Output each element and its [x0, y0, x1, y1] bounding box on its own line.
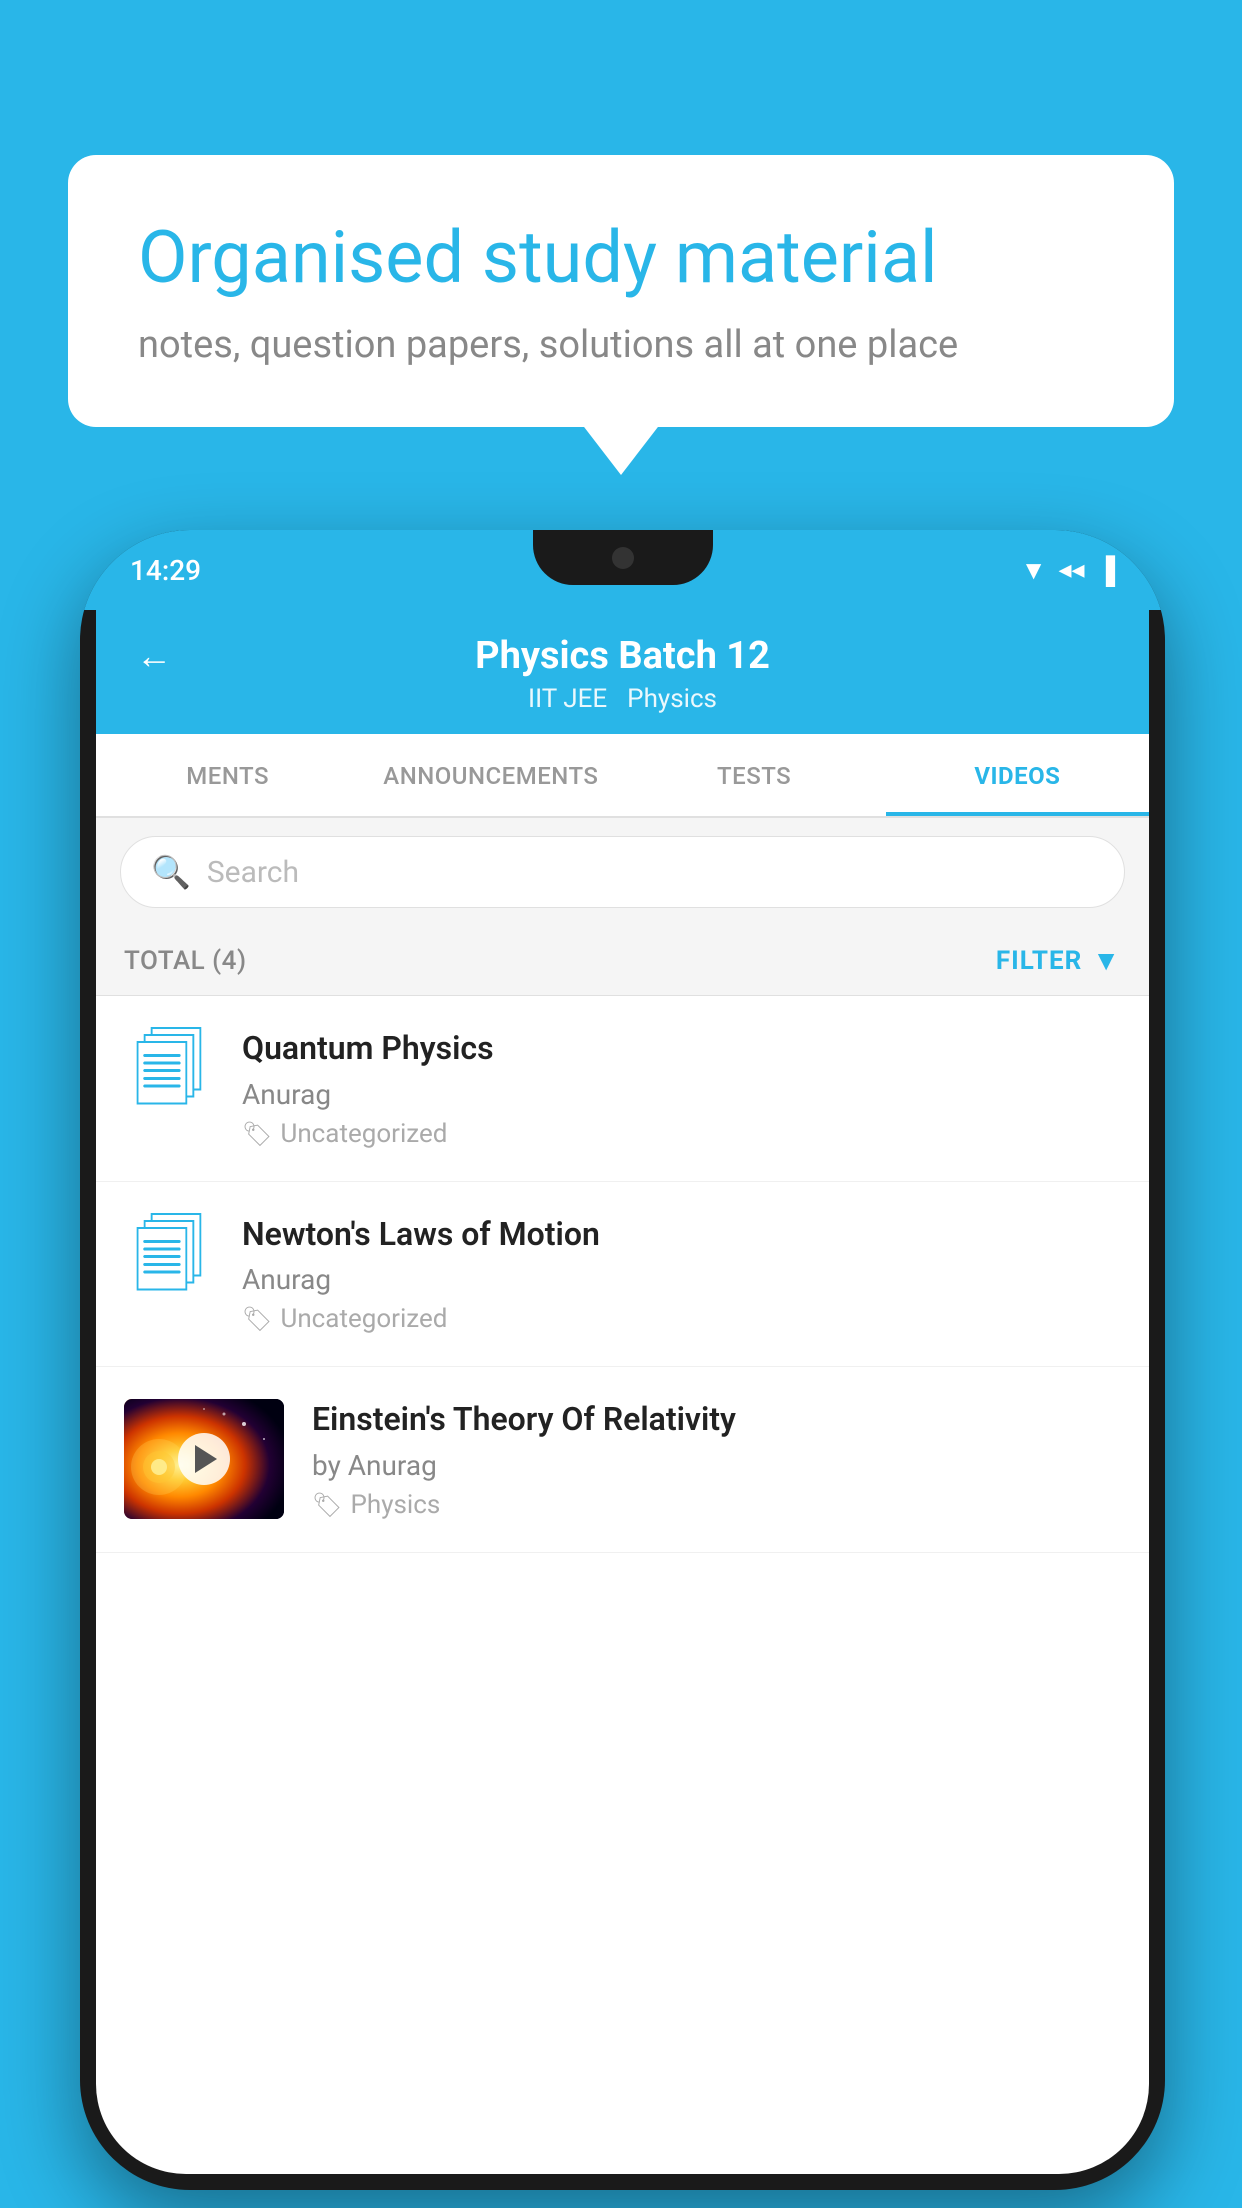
video-info-2: Newton's Laws of Motion Anurag 🏷 Uncateg…	[242, 1214, 1121, 1335]
video-tag-3: 🏷 Physics	[312, 1490, 1121, 1520]
video-list: 🗐 Quantum Physics Anurag 🏷 Uncategorized	[96, 996, 1149, 1553]
phone-screen: ← Physics Batch 12 IIT JEE Physics MENTS…	[96, 610, 1149, 2174]
header-physics: Physics	[627, 684, 717, 714]
phone-outer: 14:29 ▼ ◂◂ ▐ ← Physics Batch 12	[80, 530, 1165, 2190]
search-placeholder: Search	[207, 855, 299, 890]
tag-icon-2: 🏷	[242, 1305, 272, 1333]
header-title: Physics Batch 12	[475, 634, 770, 678]
video-thumb-3	[124, 1399, 284, 1519]
folder-icon-wrap-1: 🗐	[124, 1028, 214, 1106]
camera-dot	[612, 547, 634, 569]
filter-bar: TOTAL (4) FILTER ▼	[96, 926, 1149, 996]
speech-bubble: Organised study material notes, question…	[68, 155, 1174, 427]
filter-button[interactable]: FILTER ▼	[996, 944, 1121, 977]
tab-videos[interactable]: VIDEOS	[886, 734, 1149, 816]
bubble-subtitle: notes, question papers, solutions all at…	[138, 323, 1104, 367]
play-button-3[interactable]	[178, 1433, 230, 1485]
tab-ments[interactable]: MENTS	[96, 734, 359, 816]
video-author-1: Anurag	[242, 1078, 1121, 1111]
list-item[interactable]: Einstein's Theory Of Relativity by Anura…	[96, 1367, 1149, 1553]
status-time: 14:29	[130, 554, 201, 587]
video-info-1: Quantum Physics Anurag 🏷 Uncategorized	[242, 1028, 1121, 1149]
list-item[interactable]: 🗐 Newton's Laws of Motion Anurag 🏷 Uncat…	[96, 1182, 1149, 1368]
header-subtitle: IIT JEE Physics	[528, 684, 717, 714]
app-header: ← Physics Batch 12 IIT JEE Physics	[96, 610, 1149, 734]
list-item[interactable]: 🗐 Quantum Physics Anurag 🏷 Uncategorized	[96, 996, 1149, 1182]
header-iit-jee: IIT JEE	[528, 684, 607, 714]
video-tag-2: 🏷 Uncategorized	[242, 1304, 1121, 1334]
filter-label: FILTER	[996, 946, 1082, 976]
folder-icon-1: 🗐	[133, 1034, 205, 1106]
speech-bubble-container: Organised study material notes, question…	[68, 155, 1174, 427]
status-bar: 14:29 ▼ ◂◂ ▐	[80, 530, 1165, 610]
filter-funnel-icon: ▼	[1092, 944, 1121, 977]
play-triangle-icon	[195, 1445, 217, 1473]
video-title-2: Newton's Laws of Motion	[242, 1214, 1121, 1256]
signal-icon: ◂◂	[1058, 555, 1084, 585]
search-container: 🔍 Search	[96, 818, 1149, 926]
folder-icon-2: 🗐	[133, 1220, 205, 1292]
total-count: TOTAL (4)	[124, 946, 247, 976]
header-top: ← Physics Batch 12	[136, 634, 1109, 678]
video-author-2: Anurag	[242, 1263, 1121, 1296]
battery-icon: ▐	[1097, 555, 1115, 586]
video-info-3: Einstein's Theory Of Relativity by Anura…	[312, 1399, 1121, 1520]
bubble-title: Organised study material	[138, 215, 1104, 301]
folder-icon-wrap-2: 🗐	[124, 1214, 214, 1292]
tag-icon-1: 🏷	[242, 1120, 272, 1148]
status-icons: ▼ ◂◂ ▐	[1021, 555, 1115, 586]
video-author-3: by Anurag	[312, 1449, 1121, 1482]
search-bar[interactable]: 🔍 Search	[120, 836, 1125, 908]
phone-notch-cutout	[533, 530, 713, 585]
tab-announcements[interactable]: ANNOUNCEMENTS	[359, 734, 622, 816]
tab-bar: MENTS ANNOUNCEMENTS TESTS VIDEOS	[96, 734, 1149, 818]
phone-wrapper: 14:29 ▼ ◂◂ ▐ ← Physics Batch 12	[80, 530, 1165, 2190]
wifi-icon: ▼	[1021, 555, 1047, 586]
search-icon: 🔍	[151, 853, 191, 891]
video-tag-1: 🏷 Uncategorized	[242, 1119, 1121, 1149]
tab-tests[interactable]: TESTS	[623, 734, 886, 816]
video-title-1: Quantum Physics	[242, 1028, 1121, 1070]
back-button[interactable]: ←	[136, 635, 172, 677]
tag-icon-3: 🏷	[312, 1491, 342, 1519]
video-title-3: Einstein's Theory Of Relativity	[312, 1399, 1121, 1441]
